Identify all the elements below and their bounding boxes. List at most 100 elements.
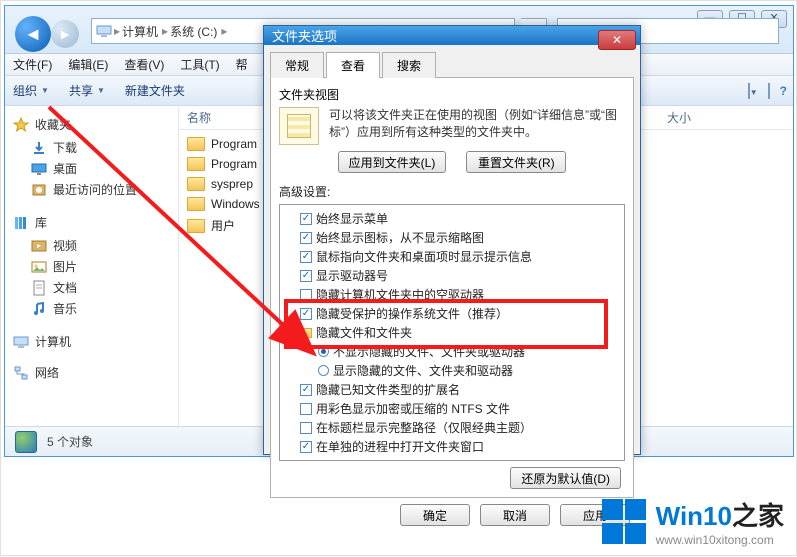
advanced-option[interactable]: 隐藏文件和文件夹 <box>282 323 622 342</box>
checkbox-icon <box>300 289 312 301</box>
ok-button[interactable]: 确定 <box>400 504 470 526</box>
navpane-computer[interactable]: 计算机 <box>13 333 178 350</box>
breadcrumb-item[interactable]: 系统 (C:) <box>170 23 217 40</box>
navpane-videos[interactable]: 视频 <box>13 235 178 256</box>
checkbox-icon <box>300 403 312 415</box>
recent-icon <box>31 182 47 198</box>
watermark: Win10之家 www.win10xitong.com <box>602 496 784 547</box>
apply-to-folders-button[interactable]: 应用到文件夹(L) <box>338 151 447 173</box>
option-label: 鼠标指向文件夹和桌面项时显示提示信息 <box>316 248 532 265</box>
star-icon <box>13 117 29 133</box>
folder-icon <box>187 219 205 233</box>
option-label: 隐藏受保护的操作系统文件（推荐） <box>316 305 508 322</box>
advanced-option[interactable]: ✓ 隐藏已知文件类型的扩展名 <box>282 380 622 399</box>
column-size[interactable]: 大小 <box>659 109 699 126</box>
preview-pane-button[interactable] <box>768 84 770 98</box>
advanced-settings-list[interactable]: ✓ 始终显示菜单✓始终显示图标，从不显示缩略图 ✓ 鼠标指向文件夹和桌面项时显示提示信… <box>279 204 625 461</box>
advanced-option[interactable]: 在标题栏显示完整路径（仅限经典主题） <box>282 418 622 437</box>
dialog-close-button[interactable]: ✕ <box>598 30 636 50</box>
folder-icon <box>187 137 205 151</box>
folder-icon <box>187 197 205 211</box>
toolbar-organize[interactable]: 组织▼ <box>13 82 49 99</box>
menu-help[interactable]: 帮 <box>236 56 248 73</box>
menu-view[interactable]: 查看(V) <box>124 56 164 73</box>
checkbox-icon: ✓ <box>300 251 312 263</box>
dialog-title-bar[interactable]: 文件夹选项 ✕ <box>264 26 640 45</box>
status-text: 5 个对象 <box>47 433 93 450</box>
option-label: 显示隐藏的文件、文件夹和驱动器 <box>333 362 513 379</box>
menu-edit[interactable]: 编辑(E) <box>68 56 108 73</box>
computer-icon <box>13 334 29 350</box>
navpane-network[interactable]: 网络 <box>13 364 178 381</box>
desktop-icon <box>31 161 47 177</box>
advanced-option[interactable]: 用彩色显示加密或压缩的 NTFS 文件 <box>282 399 622 418</box>
cancel-button[interactable]: 取消 <box>480 504 550 526</box>
menu-tools[interactable]: 工具(T) <box>180 56 219 73</box>
checkbox-icon: ✓ <box>300 213 312 225</box>
navpane-desktop[interactable]: 桌面 <box>13 158 178 179</box>
network-icon <box>13 365 29 381</box>
advanced-option[interactable]: ✓ 隐藏受保护的操作系统文件（推荐） <box>282 304 622 323</box>
music-icon <box>31 301 47 317</box>
library-icon <box>13 215 29 231</box>
folder-view-description: 可以将该文件夹正在使用的视图（例如“详细信息”或“图标”）应用到所有这种类型的文… <box>329 107 625 145</box>
navpane-documents[interactable]: 文档 <box>13 277 178 298</box>
checkbox-icon: ✓ <box>300 441 312 453</box>
option-label: 始终显示菜单 <box>316 210 388 227</box>
navigation-pane: 收藏夹 下载 桌面 最近访问的位置 库 视频 图片 文档 音乐 计算机 <box>5 106 179 426</box>
folder-icon <box>187 177 205 191</box>
nav-forward-button[interactable]: ► <box>51 20 79 48</box>
menu-file[interactable]: 文件(F) <box>13 56 52 73</box>
drive-icon <box>15 431 37 453</box>
option-label: 隐藏已知文件类型的扩展名 <box>316 381 460 398</box>
advanced-option[interactable]: ✓始终显示图标，从不显示缩略图 <box>282 228 622 247</box>
advanced-settings-label: 高级设置: <box>279 183 625 200</box>
picture-icon <box>31 259 47 275</box>
toolbar-new-folder[interactable]: 新建文件夹 <box>125 82 185 99</box>
folder-options-dialog: 文件夹选项 ✕ 常规 查看 搜索 文件夹视图 可以将该文件夹正在使用的视图（例如… <box>263 25 641 455</box>
nav-back-button[interactable]: ◄ <box>15 16 51 52</box>
checkbox-icon: ✓ <box>300 270 312 282</box>
navpane-pictures[interactable]: 图片 <box>13 256 178 277</box>
watermark-url: www.win10xitong.com <box>656 533 784 547</box>
tab-general[interactable]: 常规 <box>270 52 324 78</box>
option-label: 显示驱动器号 <box>316 267 388 284</box>
toolbar-share[interactable]: 共享▼ <box>69 82 105 99</box>
advanced-option[interactable]: 不显示隐藏的文件、文件夹或驱动器 <box>282 342 622 361</box>
navpane-libraries[interactable]: 库 <box>13 214 178 231</box>
folder-view-icon <box>279 107 319 145</box>
navpane-music[interactable]: 音乐 <box>13 298 178 319</box>
watermark-brand: Win10之家 <box>656 496 784 533</box>
advanced-option[interactable]: ✓ 显示驱动器号 <box>282 266 622 285</box>
restore-defaults-button[interactable]: 还原为默认值(D) <box>510 467 621 489</box>
navpane-favorites[interactable]: 收藏夹 <box>13 116 178 133</box>
advanced-option[interactable]: 显示隐藏的文件、文件夹和驱动器 <box>282 361 622 380</box>
navpane-recent[interactable]: 最近访问的位置 <box>13 179 178 200</box>
option-label: 用彩色显示加密或压缩的 NTFS 文件 <box>316 400 510 417</box>
advanced-option[interactable]: ✓ 在单独的进程中打开文件夹窗口 <box>282 437 622 456</box>
radio-icon <box>318 365 329 376</box>
tab-view[interactable]: 查看 <box>326 52 380 78</box>
breadcrumb-item[interactable]: 计算机 <box>122 23 158 40</box>
navpane-downloads[interactable]: 下载 <box>13 137 178 158</box>
document-icon <box>31 280 47 296</box>
checkbox-icon: ✓ <box>300 384 312 396</box>
option-label: 隐藏计算机文件夹中的空驱动器 <box>316 286 484 303</box>
checkbox-icon <box>300 422 312 434</box>
dialog-title: 文件夹选项 <box>272 26 337 45</box>
advanced-option[interactable]: ✓ 始终显示菜单 <box>282 209 622 228</box>
reset-folders-button[interactable]: 重置文件夹(R) <box>466 151 566 173</box>
tab-bar: 常规 查看 搜索 <box>264 45 640 77</box>
tab-panel-view: 文件夹视图 可以将该文件夹正在使用的视图（例如“详细信息”或“图标”）应用到所有… <box>270 77 634 498</box>
option-label: 隐藏文件和文件夹 <box>316 324 412 341</box>
download-icon <box>31 140 47 156</box>
checkbox-icon: ✓ <box>300 308 312 320</box>
view-mode-button[interactable]: ▼ <box>748 84 758 98</box>
help-button[interactable]: ? <box>780 84 787 98</box>
option-label: 不显示隐藏的文件、文件夹或驱动器 <box>333 343 525 360</box>
advanced-option[interactable]: ✓ 鼠标指向文件夹和桌面项时显示提示信息 <box>282 247 622 266</box>
video-icon <box>31 238 47 254</box>
option-label: 在单独的进程中打开文件夹窗口 <box>316 438 484 455</box>
advanced-option[interactable]: 隐藏计算机文件夹中的空驱动器 <box>282 285 622 304</box>
tab-search[interactable]: 搜索 <box>382 52 436 78</box>
